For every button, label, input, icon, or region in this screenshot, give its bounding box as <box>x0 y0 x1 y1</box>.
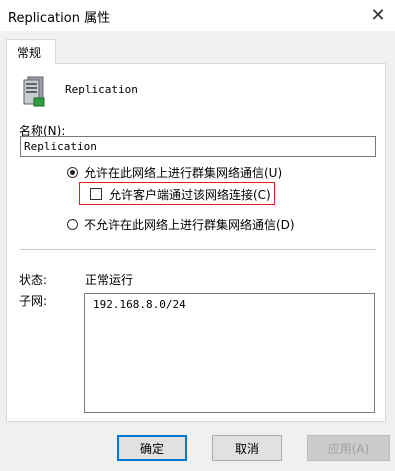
subnet-list[interactable]: 192.168.8.0/24 <box>84 293 375 413</box>
allow-cluster-radio[interactable] <box>67 167 78 178</box>
close-button[interactable]: ✕ <box>361 0 395 31</box>
subnet-label: 子网: <box>19 294 48 308</box>
close-icon: ✕ <box>370 5 386 26</box>
allow-clients-highlight: 允许客户端通过该网络连接(C) <box>79 182 275 205</box>
tab-general[interactable]: 常规 <box>6 39 56 64</box>
disallow-cluster-radio[interactable] <box>67 219 78 230</box>
status-value: 正常运行 <box>85 273 134 287</box>
disallow-cluster-label: 不允许在此网络上进行群集网络通信(D) <box>84 218 295 232</box>
apply-button[interactable]: 应用(A) <box>307 435 390 461</box>
name-field[interactable]: Replication <box>20 136 376 157</box>
radio-selected-dot <box>70 170 75 175</box>
ok-button[interactable]: 确定 <box>117 435 187 461</box>
title-bar: Replication 属性 ✕ <box>0 0 395 31</box>
subnet-value: 192.168.8.0/24 <box>93 298 186 311</box>
status-label: 状态: <box>19 273 48 287</box>
separator <box>20 249 376 250</box>
disallow-cluster-option[interactable]: 不允许在此网络上进行群集网络通信(D) <box>67 216 295 233</box>
allow-clients-label[interactable]: 允许客户端通过该网络连接(C) <box>109 186 271 203</box>
allow-cluster-label: 允许在此网络上进行群集网络通信(U) <box>84 166 283 180</box>
window-title: Replication 属性 <box>8 11 111 26</box>
tab-general-label: 常规 <box>17 46 42 60</box>
cancel-button[interactable]: 取消 <box>212 435 282 461</box>
resource-name: Replication <box>65 83 138 96</box>
server-icon <box>23 76 45 107</box>
allow-cluster-option[interactable]: 允许在此网络上进行群集网络通信(U) <box>67 164 282 181</box>
allow-clients-checkbox[interactable] <box>90 188 102 200</box>
general-panel: Replication 名称(N): Replication 允许在此网络上进行… <box>6 63 386 422</box>
